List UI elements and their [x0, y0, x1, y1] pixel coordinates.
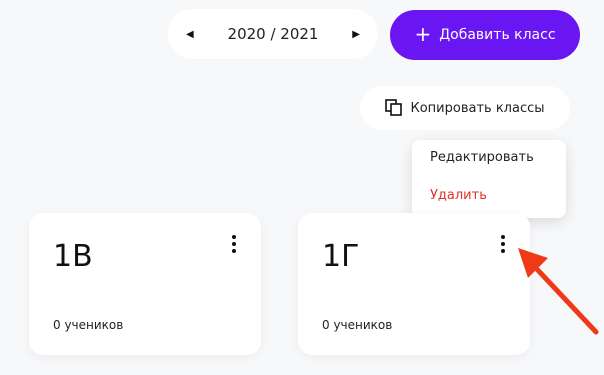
- more-vertical-icon[interactable]: [229, 235, 239, 257]
- prev-year-icon[interactable]: ◀: [186, 29, 194, 40]
- student-count: 0 учеников: [53, 318, 124, 332]
- add-class-label: Добавить класс: [439, 27, 556, 43]
- more-vertical-icon[interactable]: [498, 235, 508, 257]
- copy-classes-label: Копировать классы: [410, 100, 545, 116]
- class-card[interactable]: 1Г 0 учеников: [298, 213, 530, 355]
- copy-icon: [385, 99, 403, 116]
- class-context-menu: Редактировать Удалить: [412, 140, 566, 218]
- annotation-arrow-icon: [518, 248, 599, 335]
- year-switcher: ◀ 2020 / 2021 ▶: [168, 9, 378, 59]
- copy-classes-button[interactable]: Копировать классы: [360, 86, 570, 130]
- menu-item-delete[interactable]: Удалить: [430, 188, 487, 203]
- student-count: 0 учеников: [322, 318, 393, 332]
- next-year-icon[interactable]: ▶: [352, 29, 360, 40]
- year-label: 2020 / 2021: [227, 25, 319, 43]
- class-name: 1Г: [322, 239, 360, 274]
- menu-item-edit[interactable]: Редактировать: [430, 150, 534, 165]
- class-name: 1В: [53, 239, 93, 274]
- plus-icon: +: [414, 22, 432, 46]
- add-class-button[interactable]: + Добавить класс: [390, 10, 580, 60]
- class-card[interactable]: 1В 0 учеников: [29, 213, 261, 355]
